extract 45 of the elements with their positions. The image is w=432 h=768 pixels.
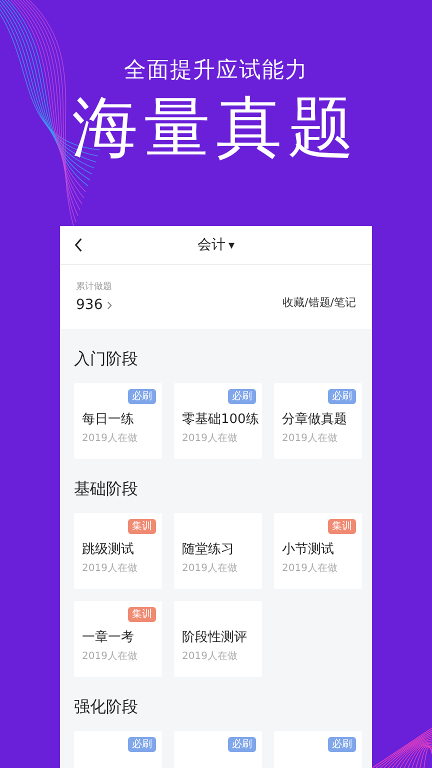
tag-badge: 必刷 (228, 737, 256, 752)
tag-badge: 集训 (128, 519, 156, 534)
card-subtitle: 2019人在做 (182, 432, 238, 445)
back-icon[interactable] (74, 238, 83, 252)
tag-badge: 必刷 (328, 737, 356, 752)
card-subtitle: 2019人在做 (82, 562, 138, 575)
tag-badge: 集训 (128, 607, 156, 622)
card-title: 阶段性测评 (182, 630, 247, 646)
tag-badge: 集训 (328, 519, 356, 534)
card-subtitle: 2019人在做 (82, 650, 138, 663)
tag-badge: 必刷 (128, 737, 156, 752)
card-title: 随堂练习 (182, 542, 234, 558)
section-title: 基础阶段 (74, 479, 138, 499)
card-subtitle: 2019人在做 (282, 432, 338, 445)
card-subtitle: 2019人在做 (182, 650, 238, 663)
practice-card[interactable]: 必刷 分章做真题 2019人在做 (274, 383, 362, 459)
card-title: 一章一考 (82, 630, 134, 646)
promo-subtitle: 全面提升应试能力 (124, 57, 308, 85)
promo-title: 海量真题 (72, 90, 360, 166)
section-title: 强化阶段 (74, 697, 138, 717)
wave-lines-drawing (372, 728, 432, 768)
card-title: 分章做真题 (282, 412, 347, 428)
practice-card[interactable]: 集训 一章一考 2019人在做 (74, 601, 162, 677)
practice-card[interactable]: 集训 跳级测试 2019人在做 (74, 513, 162, 589)
question-count-link[interactable]: 936 (76, 297, 112, 313)
tag-badge: 必刷 (228, 389, 256, 404)
stat-label: 累计做题 (76, 280, 112, 293)
card-title: 每日一练 (82, 412, 134, 428)
card-title: 零基础100练 (182, 412, 259, 428)
section-title: 入门阶段 (74, 349, 138, 369)
card-subtitle: 2019人在做 (182, 562, 238, 575)
card-title: 跳级测试 (82, 542, 134, 558)
chevron-icon (106, 300, 112, 310)
practice-card[interactable]: 集训 小节测试 2019人在做 (274, 513, 362, 589)
card-subtitle: 2019人在做 (282, 562, 338, 575)
favorites-link[interactable]: 收藏/错题/笔记 (282, 295, 356, 310)
practice-card[interactable]: 随堂练习 2019人在做 (174, 513, 262, 589)
practice-card[interactable]: 阶段性测评 2019人在做 (174, 601, 262, 677)
card-subtitle: 2019人在做 (82, 432, 138, 445)
practice-card[interactable]: 必刷 零基础100练 2019人在做 (174, 383, 262, 459)
practice-card[interactable]: 必刷 每日一练 2019人在做 (74, 383, 162, 459)
tag-badge: 必刷 (328, 389, 356, 404)
tag-badge: 必刷 (128, 389, 156, 404)
subject-dropdown[interactable]: 会计 ▾ (197, 236, 235, 254)
card-title: 小节测试 (282, 542, 334, 558)
